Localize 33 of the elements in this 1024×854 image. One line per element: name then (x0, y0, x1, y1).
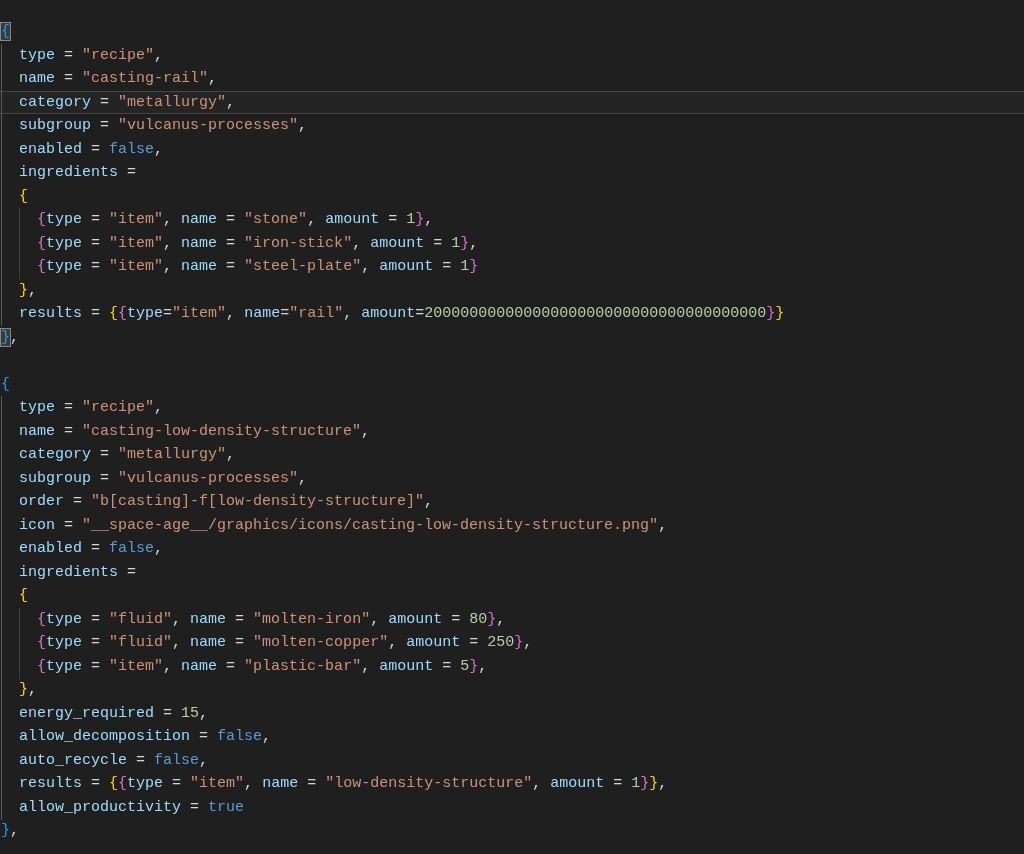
code-line: {type = "fluid", name = "molten-copper", amount = 250}, (36, 634, 533, 651)
code-line: auto_recycle = false, (18, 751, 209, 769)
code-line: enabled = false, (18, 140, 164, 158)
code-line: type = "recipe", (18, 399, 164, 416)
code-line: subgroup = "vulcanus-processes", (18, 469, 308, 487)
code-line: { (0, 375, 10, 393)
code-line: }, (0, 328, 20, 346)
code-line: category = "metallurgy", (18, 446, 236, 463)
code-line: {type = "item", name = "steel-plate", amount = 1} (36, 258, 479, 275)
code-line: enabled = false, (18, 540, 164, 557)
code-line: name = "casting-rail", (18, 70, 218, 87)
code-line: order = "b[casting]-f[low-density-structure]", (18, 493, 434, 510)
code-line: category = "metallurgy", (18, 93, 236, 111)
code-line: icon = "__space-age__/graphics/icons/casting-low-density-structure.png", (18, 516, 668, 534)
code-line: ingredients = (18, 563, 137, 581)
code-line: results = {{type="item", name="rail", amount=20000000000000000000000000000000000000}} (18, 305, 785, 322)
code-line: energy_required = 15, (18, 704, 209, 722)
code-line: {type = "item", name = "plastic-bar", amount = 5}, (36, 657, 488, 675)
code-line: }, (18, 681, 38, 698)
code-line: { (18, 587, 28, 604)
code-line: }, (18, 281, 38, 299)
code-line: results = {{type = "item", name = "low-density-structure", amount = 1}}, (18, 775, 668, 792)
code-line: {type = "item", name = "iron-stick", amount = 1}, (36, 234, 479, 252)
code-line: name = "casting-low-density-structure", (18, 422, 371, 440)
code-line: allow_productivity = true (18, 798, 245, 816)
code-line: {type = "fluid", name = "molten-iron", amount = 80}, (36, 610, 506, 628)
code-line: { (18, 187, 28, 205)
code-line: {type = "item", name = "stone", amount = 1}, (36, 211, 434, 228)
code-line: type = "recipe", (18, 46, 164, 64)
code-line: allow_decomposition = false, (18, 728, 272, 745)
code-line: ingredients = (18, 164, 137, 181)
code-line: subgroup = "vulcanus-processes", (18, 117, 308, 134)
code-line: }, (0, 822, 20, 839)
